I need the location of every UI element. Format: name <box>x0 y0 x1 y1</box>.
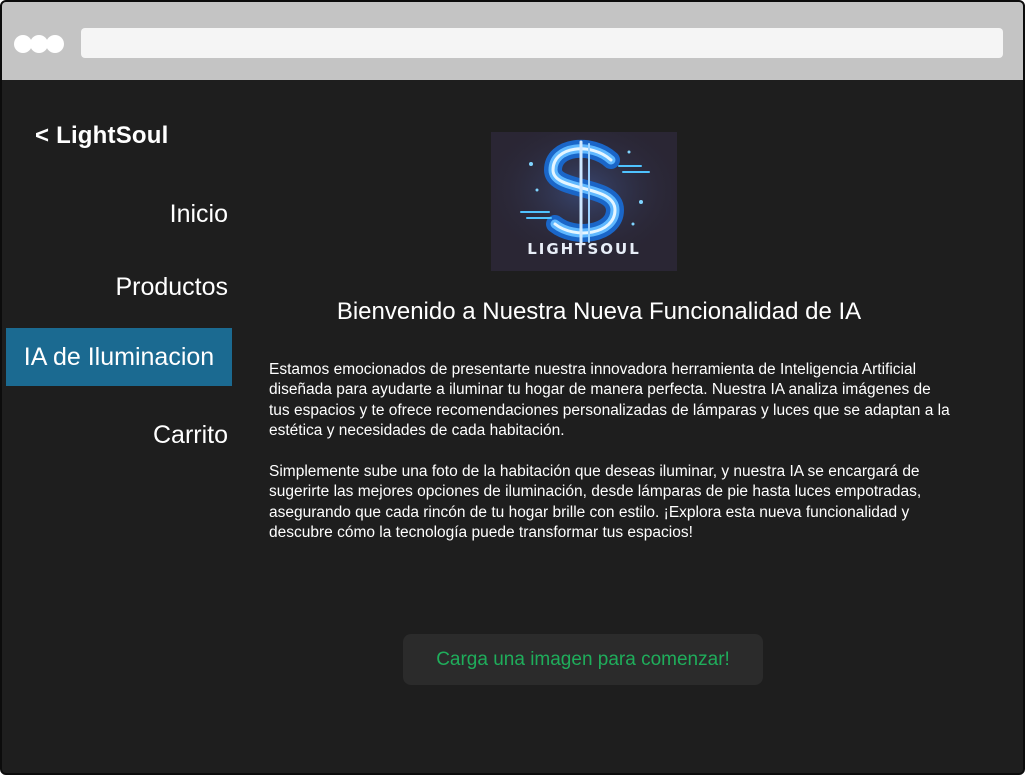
sidebar-item-carrito[interactable]: Carrito <box>4 406 230 464</box>
sidebar-item-inicio[interactable]: Inicio <box>4 185 230 243</box>
sidebar-item-label: Carrito <box>152 420 228 449</box>
browser-titlebar <box>2 2 1023 80</box>
intro-paragraph: Estamos emocionados de presentarte nuest… <box>269 361 950 439</box>
brand-back-link[interactable]: < LightSoul <box>35 122 169 150</box>
page-content: < LightSoul Inicio Productos IA de Ilumi… <box>4 80 1019 767</box>
instructions-paragraph: Simplemente sube una foto de la habitaci… <box>269 463 922 541</box>
upload-image-button[interactable]: Carga una imagen para comenzar! <box>403 634 763 685</box>
address-bar[interactable] <box>81 28 1003 58</box>
window-dot-icon[interactable] <box>46 35 64 53</box>
sidebar-item-label: Productos <box>115 272 228 301</box>
upload-image-label: Carga una imagen para comenzar! <box>436 648 730 670</box>
logo-wordmark: LIGHTSOUL <box>527 240 641 258</box>
browser-window: < LightSoul Inicio Productos IA de Ilumi… <box>0 0 1025 775</box>
lightsoul-logo: LIGHTSOUL <box>491 132 677 271</box>
page-title: Bienvenido a Nuestra Nueva Funcionalidad… <box>336 298 862 325</box>
sidebar-item-label: IA de Iluminacion <box>23 342 215 371</box>
sidebar-item-label: Inicio <box>169 199 228 228</box>
sidebar-item-ia-de-iluminacion[interactable]: IA de Iluminacion <box>6 328 232 386</box>
sidebar-item-productos[interactable]: Productos <box>4 258 230 316</box>
window-controls <box>14 35 64 53</box>
